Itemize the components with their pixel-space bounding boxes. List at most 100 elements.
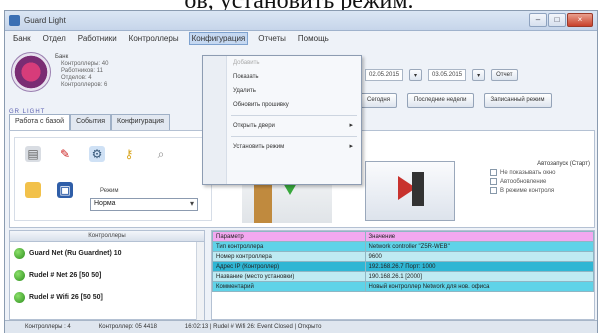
table-row[interactable]: Тип контроллера Network controller "Z5R-… [212, 241, 594, 252]
checkbox[interactable] [490, 178, 497, 185]
table-row[interactable]: Название (место установки) 190.168.26.1 … [212, 271, 594, 282]
date-from-field[interactable]: 02.05.2015 [365, 69, 404, 81]
gear-icon[interactable]: ⚙ [89, 146, 105, 162]
menu-show[interactable]: Показать [203, 70, 361, 84]
menu-workers[interactable]: Работники [76, 32, 119, 45]
table-cell: 190.168.26.1 [2000] [364, 271, 594, 282]
auto-option[interactable]: В режиме контроля [490, 187, 590, 194]
auto-option-label: В режиме контроля [500, 187, 555, 194]
status-controllers: Контроллеры : 4 [25, 324, 71, 330]
app-window: Guard Light – □ × Банк Отдел Работники К… [4, 10, 598, 333]
menu-separator [231, 136, 357, 137]
tab-events[interactable]: События [70, 114, 111, 130]
checkbox[interactable] [490, 169, 497, 176]
menu-reports[interactable]: Отчеты [256, 32, 288, 45]
info-block: Банк Контроллеры: 40 Работников: 11 Отде… [55, 54, 108, 89]
table-cell: Название (место установки) [212, 271, 366, 282]
info-row: Отделов: 4 [61, 75, 92, 81]
auto-option-label: Автообновление [500, 178, 547, 185]
menu-set-mode[interactable]: Установить режим ▸ [203, 140, 361, 154]
logo [11, 52, 51, 92]
info-row: Работников: 11 [61, 68, 103, 74]
menu-separator [231, 115, 357, 116]
submenu-arrow-icon: ▸ [349, 122, 353, 129]
info-row: Контроллеров: 6 [61, 82, 108, 88]
properties-table: Параметр Значение Тип контроллера Networ… [212, 231, 594, 292]
printer-icon[interactable]: ▤ [25, 146, 41, 162]
menu-open-doors-label: Открыть двери [233, 123, 275, 129]
table-row[interactable]: Комментарий Новый контроллер Network для… [212, 281, 594, 292]
auto-option[interactable]: Автообновление [490, 178, 590, 185]
menu-delete[interactable]: Удалить [203, 84, 361, 98]
table-cell: Network controller "Z5R-WEB" [364, 241, 594, 252]
door-icon [412, 172, 424, 206]
column-header[interactable]: Значение [364, 231, 594, 242]
menu-add[interactable]: Добавить [203, 56, 361, 70]
table-header-row: Параметр Значение [212, 231, 594, 242]
list-header[interactable]: Контроллеры [10, 231, 204, 242]
wrench-icon[interactable]: ✎ [57, 146, 73, 162]
report-button[interactable]: Отчет [491, 69, 518, 81]
submenu-arrow-icon: ▸ [349, 143, 353, 150]
table-row[interactable]: Номер контроллера 9600 [212, 251, 594, 262]
menu-bank[interactable]: Банк [11, 32, 33, 45]
maximize-button[interactable]: □ [548, 13, 566, 27]
online-status-icon [14, 269, 25, 281]
status-event: 16:02:13 | Rudel # Wifi 26: Event Closed… [184, 324, 322, 330]
table-cell: Комментарий [212, 281, 366, 292]
table-cell: Номер контроллера [212, 251, 366, 262]
date-to-field[interactable]: 03.05.2015 [428, 69, 467, 81]
close-door-button[interactable] [365, 161, 455, 221]
date-row: 02.05.2015 ▾ 03.05.2015 ▾ Отчет [365, 69, 518, 81]
list-scrollbar[interactable] [196, 242, 204, 320]
checkbox[interactable] [490, 187, 497, 194]
calendar-to-icon[interactable]: ▾ [472, 69, 486, 81]
list-item[interactable]: Guard Net (Ru Guardnet) 10 [10, 242, 204, 264]
table-row[interactable]: Адрес IP (Контроллер) 192.168.26.7 Порт:… [212, 261, 594, 272]
menu-configuration[interactable]: Конфигурация [188, 32, 249, 45]
table-cell: Тип контроллера [212, 241, 366, 252]
list-item[interactable]: Rudel # Wifi 26 [50 50] [10, 286, 204, 308]
configuration-menu: Добавить Показать Удалить Обновить проши… [202, 55, 362, 185]
key-icon[interactable]: ⚷ [121, 146, 137, 162]
column-header[interactable]: Параметр [212, 231, 366, 242]
close-button[interactable]: × [567, 13, 593, 27]
status-controller: Контроллер: 05 4418 [98, 324, 157, 330]
menu-update-firmware[interactable]: Обновить прошивку [203, 98, 361, 112]
menu-department[interactable]: Отдел [41, 32, 68, 45]
info-row: Контроллеры: 40 [61, 61, 109, 67]
properties-grid: Параметр Значение Тип контроллера Networ… [211, 230, 595, 320]
menu-set-mode-label: Установить режим [233, 144, 285, 150]
title-bar: Guard Light – □ × [5, 11, 597, 31]
mode-select[interactable]: Норма [90, 198, 198, 211]
list-item-label: Rudel # Wifi 26 [50 50] [29, 293, 103, 301]
menu-open-doors[interactable]: Открыть двери ▸ [203, 119, 361, 133]
minimize-button[interactable]: – [529, 13, 547, 27]
menu-controllers[interactable]: Контроллеры [127, 32, 181, 45]
monitor-icon[interactable]: ▣ [57, 182, 73, 198]
last-weeks-button[interactable]: Последние недели [407, 93, 474, 108]
table-cell: Новый контроллер Network для нов. офиса [364, 281, 594, 292]
action-row: Сегодня Последние недели Записанный режи… [360, 93, 552, 108]
table-cell: 192.168.26.7 Порт: 1000 [364, 261, 594, 272]
list-item-label: Rudel # Net 26 [50 50] [29, 271, 102, 279]
table-cell: Адрес IP (Контроллер) [212, 261, 366, 272]
saved-mode-button[interactable]: Записанный режим [483, 93, 552, 108]
search-icon[interactable]: ⌕ [153, 146, 169, 162]
auto-block: Автозапуск (Старт) Не показывать окно Ав… [490, 161, 590, 196]
list-item-label: Guard Net (Ru Guardnet) 10 [29, 249, 122, 257]
folder-icon[interactable] [25, 182, 41, 198]
auto-option[interactable]: Не показывать окно [490, 169, 590, 176]
controller-list: Контроллеры Guard Net (Ru Guardnet) 10 R… [9, 230, 205, 320]
table-cell: 9600 [364, 251, 594, 262]
menu-help[interactable]: Помощь [296, 32, 331, 45]
today-button[interactable]: Сегодня [360, 93, 397, 108]
tab-database[interactable]: Работа с базой [9, 114, 71, 130]
mode-label: Режим [100, 188, 119, 194]
list-item[interactable]: Rudel # Net 26 [50 50] [10, 264, 204, 286]
online-status-icon [14, 247, 25, 259]
calendar-from-icon[interactable]: ▾ [409, 69, 423, 81]
online-status-icon [14, 291, 25, 303]
auto-option-label: Не показывать окно [500, 169, 556, 176]
tab-configuration[interactable]: Конфигурация [111, 114, 170, 130]
